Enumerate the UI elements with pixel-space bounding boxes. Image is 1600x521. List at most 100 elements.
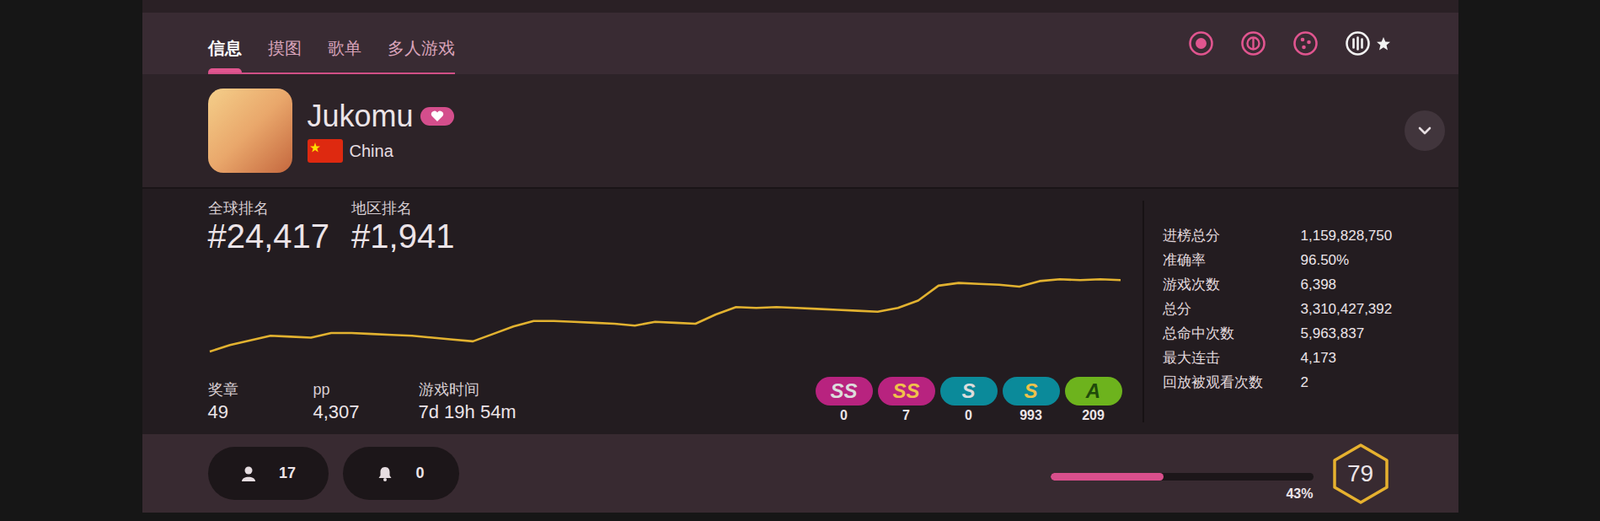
level-progress-fill (1050, 472, 1164, 481)
stat-value: 5,963,837 (1300, 322, 1365, 345)
rank-point (1038, 280, 1040, 282)
tab-label: 歌单 (327, 37, 362, 59)
stat-label: 总命中次数 (1162, 322, 1301, 345)
summary-item: 奖章49 (208, 379, 314, 424)
rank-item: 地区排名#1,941 (351, 198, 455, 255)
grade-count: 0 (840, 406, 848, 424)
rank-point (998, 283, 1000, 285)
tab-list: 信息 摸图 歌单 多人游戏 (208, 37, 455, 75)
rank-point (411, 335, 413, 337)
stat-row: 准确率96.50% (1162, 247, 1459, 273)
profile-page: 信息摸图歌单多人游戏 Jukomu China 全球排名#24,417地区排名#… (142, 0, 1459, 521)
catch-mode-icon (1292, 30, 1319, 57)
rank-point (249, 339, 251, 341)
tab[interactable]: 多人游戏 (387, 37, 455, 73)
rank-point (593, 321, 594, 323)
grade-badge: S (940, 376, 998, 406)
tab-label: 信息 (208, 37, 242, 59)
username: Jukomu (307, 97, 414, 135)
level-progress: 43% (1050, 444, 1314, 503)
rank-point (451, 338, 453, 340)
rank-point (208, 350, 210, 352)
notifications-count: 0 (415, 461, 424, 485)
followers-button[interactable]: 17 (208, 446, 329, 500)
grade-badge: SS (815, 376, 873, 406)
grade-count: 0 (964, 406, 973, 424)
name-row: Jukomu (307, 97, 455, 135)
grade-count: 7 (902, 406, 910, 424)
rank-point (715, 313, 717, 315)
rank-point (613, 322, 615, 324)
rank-point (229, 344, 231, 346)
stat-value: 3,310,427,392 (1300, 298, 1393, 321)
rank-point (917, 299, 919, 301)
summary-list: 奖章49pp4,307游戏时间7d 19h 54m (208, 379, 517, 424)
stat-label: 准确率 (1162, 249, 1301, 272)
profile-header: Jukomu China (142, 74, 1459, 188)
rank-point (937, 284, 939, 286)
rank-point (836, 309, 838, 311)
china-flag-icon (307, 139, 343, 163)
rank-point (877, 310, 878, 312)
stat-row: 最大连击4,173 (1162, 345, 1459, 370)
grade-item: S0 (940, 376, 998, 424)
supporter-badge[interactable] (420, 107, 455, 126)
mode-button[interactable] (1344, 30, 1392, 57)
country-row[interactable]: China (307, 138, 455, 164)
tab-indicator (208, 68, 242, 73)
rank-line (209, 278, 1121, 352)
country-name: China (349, 138, 394, 164)
tab[interactable]: 信息 (208, 37, 242, 73)
grade-count: 209 (1081, 406, 1105, 424)
rank-point (471, 340, 473, 342)
heart-icon (430, 110, 445, 123)
tab-label: 多人游戏 (387, 37, 455, 59)
stat-row: 总命中次数5,963,837 (1162, 321, 1459, 346)
rank-point (856, 310, 858, 311)
stat-label: 最大连击 (1162, 347, 1301, 370)
stat-value: 96.50% (1300, 249, 1350, 272)
stats-main: 全球排名#24,417地区排名#1,941 奖章49pp4,307游戏时间7d … (142, 188, 1143, 434)
rank-point (897, 307, 899, 309)
mode-button[interactable] (1187, 30, 1215, 57)
rank-point (775, 306, 777, 308)
stat-row: 进榜总分1,159,828,750 (1162, 223, 1459, 248)
rank-point (492, 333, 493, 335)
rank-point (694, 322, 696, 324)
grade-count: 993 (1019, 406, 1043, 424)
stats-list: 进榜总分1,159,828,750准确率96.50%游戏次数6,398总分3,3… (1144, 188, 1459, 434)
rank-point (572, 321, 574, 322)
summary-value: 4,307 (313, 400, 419, 424)
rank-point (512, 326, 514, 327)
rank-value: #24,417 (208, 217, 331, 255)
summary-label: 游戏时间 (418, 379, 517, 399)
rank-point (674, 321, 675, 323)
star-icon (1375, 36, 1392, 52)
expand-button[interactable] (1404, 110, 1445, 151)
mode-button[interactable] (1240, 30, 1267, 57)
tab[interactable]: 摸图 (267, 37, 302, 73)
tab[interactable]: 歌单 (327, 37, 362, 73)
notifications-button[interactable]: 0 (342, 446, 460, 500)
grade-item: SS 7 (877, 376, 936, 424)
tab-bar: 信息 摸图 歌单 多人游戏 (142, 12, 1459, 75)
stat-value: 4,173 (1300, 347, 1338, 370)
user-info: Jukomu China (307, 97, 455, 164)
osu-mode-icon (1187, 30, 1215, 57)
avatar[interactable] (208, 88, 293, 173)
grade-label: S (961, 379, 975, 403)
grade-label: SS (892, 379, 920, 403)
grade-badge: A (1064, 376, 1123, 406)
rank-point (350, 331, 352, 333)
summary-label: 奖章 (208, 379, 314, 399)
grade-item: S993 (1002, 376, 1060, 424)
rank-history-chart[interactable] (208, 272, 1123, 354)
grade-item: SS0 (815, 376, 873, 424)
rank-point (310, 337, 311, 338)
stat-row: 游戏次数6,398 (1162, 272, 1459, 297)
stat-row: 总分3,310,427,392 (1162, 296, 1459, 322)
rank-point (431, 337, 433, 338)
rank-point (957, 282, 959, 284)
followers-count: 17 (278, 461, 296, 485)
mode-button[interactable] (1292, 30, 1319, 57)
